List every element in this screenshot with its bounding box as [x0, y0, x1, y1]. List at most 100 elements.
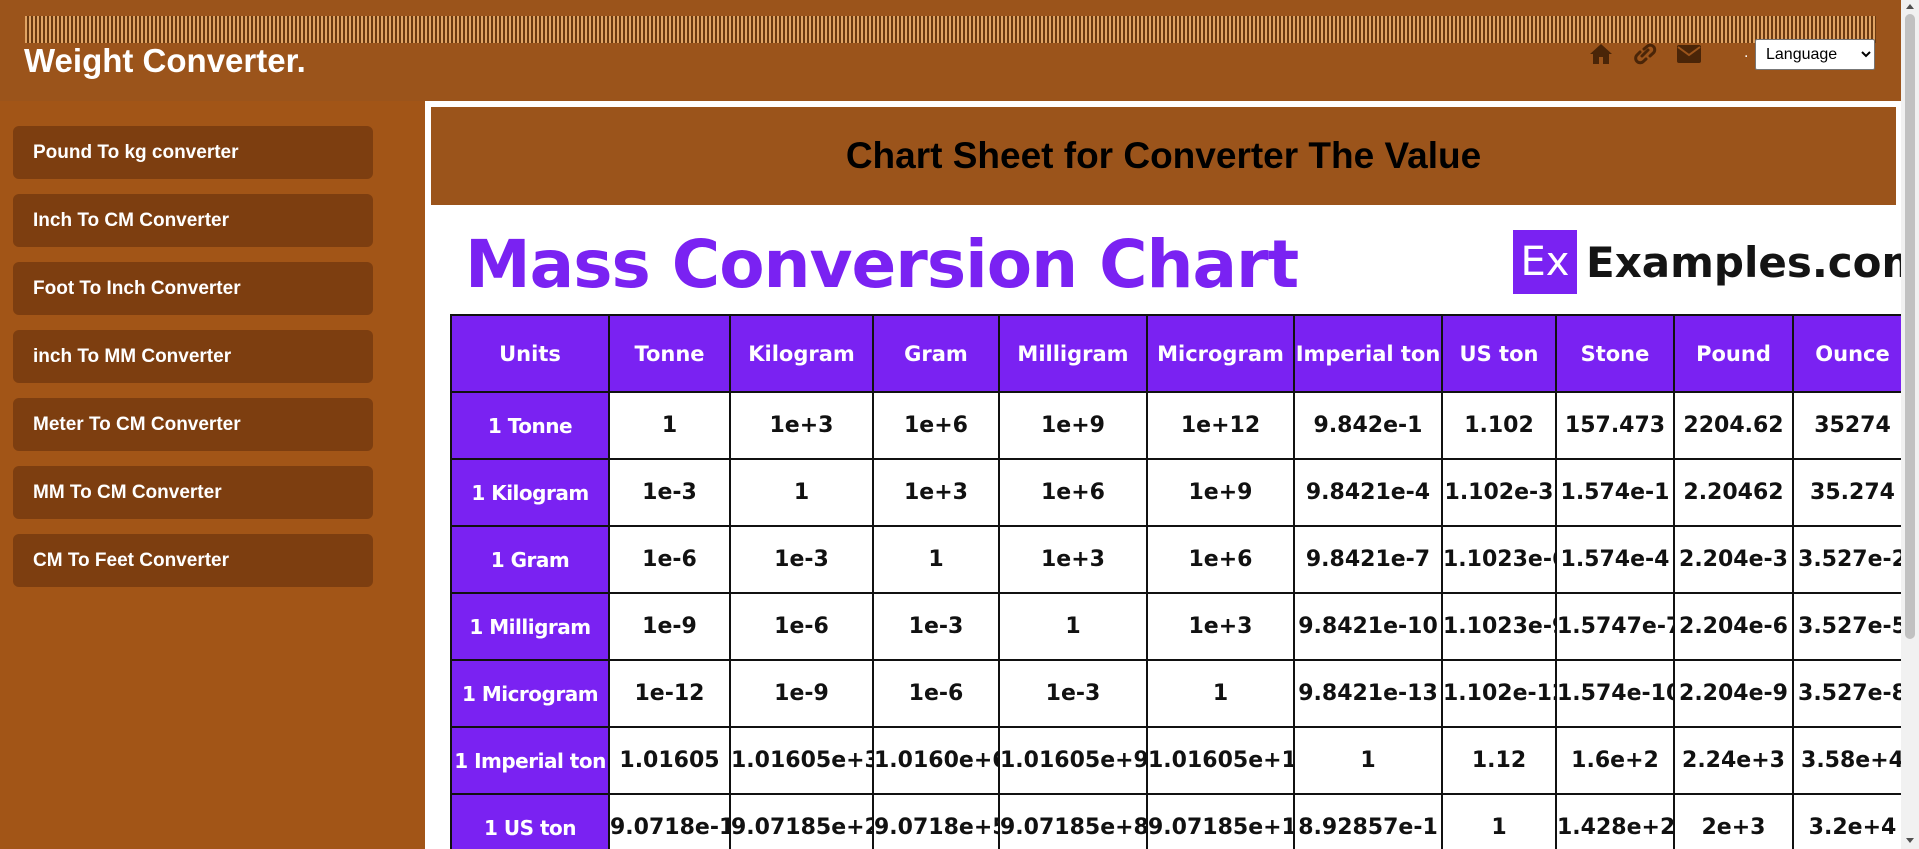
table-cell: 1.01605e+12 [1146, 726, 1295, 795]
table-cell: 1.574e-10 [1555, 659, 1675, 728]
conversion-table-image: Units Tonne Kilogram Gram Milligram Microgram… [450, 314, 1901, 849]
sidebar: Pound To kg converter Inch To CM Convert… [0, 101, 425, 849]
main-content: Chart Sheet for Converter The Value Mass… [425, 101, 1919, 849]
header-dot: . [1744, 44, 1749, 61]
table-cell: 3.2e+4 [1792, 793, 1901, 849]
table-cell: 1e-9 [608, 592, 731, 661]
table-cell: 1e+9 [998, 391, 1148, 460]
table-cell: 1e+6 [998, 458, 1148, 527]
table-cell: 157.473 [1555, 391, 1675, 460]
table-cell: 9.842e-1 [1293, 391, 1443, 460]
table-row-header-cell: 1 Milligram [450, 592, 610, 661]
table-header-cell: US ton [1441, 314, 1557, 393]
table-cell: 1 [1146, 659, 1295, 728]
table-cell: 1 [998, 592, 1148, 661]
table-cell: 1.6e+2 [1555, 726, 1675, 795]
table-cell: 1e-3 [608, 458, 731, 527]
table-cell: 1 [1441, 793, 1557, 849]
chart-sheet-banner: Chart Sheet for Converter The Value [431, 107, 1896, 205]
table-cell: 9.8421e-4 [1293, 458, 1443, 527]
site-header: Weight Converter. . Language [0, 0, 1901, 101]
sidebar-item-inch-to-cm[interactable]: Inch To CM Converter [13, 194, 373, 247]
sidebar-item-foot-to-inch[interactable]: Foot To Inch Converter [13, 262, 373, 315]
table-cell: 1.1023e-9 [1441, 592, 1557, 661]
table-cell: 2.204e-6 [1673, 592, 1794, 661]
examples-logo-mark: Ex [1513, 230, 1577, 294]
table-cell: 9.8421e-13 [1293, 659, 1443, 728]
scroll-up-arrow-icon[interactable] [1906, 4, 1914, 9]
conversion-table: Units Tonne Kilogram Gram Milligram Microgram… [450, 314, 1901, 849]
sidebar-item-cm-to-feet[interactable]: CM To Feet Converter [13, 534, 373, 587]
table-cell: 1e+3 [1146, 592, 1295, 661]
table-cell: 9.0718e+5 [872, 793, 1000, 849]
table-header-cell: Imperial ton [1293, 314, 1443, 393]
table-row-header-cell: 1 Imperial ton [450, 726, 610, 795]
table-cell: 1e-3 [998, 659, 1148, 728]
table-row: 1 Microgram 1e-12 1e-9 1e-6 1e-3 1 9.8421e-13 1… [450, 659, 1901, 728]
table-cell: 1.102 [1441, 391, 1557, 460]
table-cell: 1 [608, 391, 731, 460]
table-cell: 2.204e-3 [1673, 525, 1794, 594]
table-cell: 2.20462 [1673, 458, 1794, 527]
banner-title: Chart Sheet for Converter The Value [845, 135, 1482, 176]
table-row: 1 Gram 1e-6 1e-3 1 1e+3 1e+6 9.8421e-7 1.1023e-… [450, 525, 1901, 594]
table-cell: 1.428e+2 [1555, 793, 1675, 849]
table-cell: 3.58e+4 [1792, 726, 1901, 795]
table-cell: 1.0160e+6 [872, 726, 1000, 795]
table-cell: 1.5747e-7 [1555, 592, 1675, 661]
table-cell: 1 [1293, 726, 1443, 795]
examples-logo-text: Examples.com [1586, 237, 1919, 287]
table-header-cell: Kilogram [729, 314, 874, 393]
table-cell: 1.574e-1 [1555, 458, 1675, 527]
table-cell: 1.01605e+3 [729, 726, 874, 795]
home-icon[interactable] [1585, 40, 1616, 68]
table-cell: 1.01605 [608, 726, 731, 795]
language-select[interactable]: Language [1755, 39, 1875, 70]
table-row-header-cell: 1 Microgram [450, 659, 610, 728]
table-cell: 1e-3 [729, 525, 874, 594]
table-header-cell: Microgram [1146, 314, 1295, 393]
table-cell: 9.07185e+2 [729, 793, 874, 849]
table-row-header-cell: 1 US ton [450, 793, 610, 849]
site-title[interactable]: Weight Converter. [24, 42, 306, 80]
table-cell: 1.01605e+9 [998, 726, 1148, 795]
table-header-cell: Stone [1555, 314, 1675, 393]
sidebar-item-mm-to-cm[interactable]: MM To CM Converter [13, 466, 373, 519]
table-cell: 1e+9 [1146, 458, 1295, 527]
table-cell: 1 [729, 458, 874, 527]
table-row: 1 Tonne 1 1e+3 1e+6 1e+9 1e+12 9.842e-1 1.102 15… [450, 391, 1901, 460]
table-row-header-cell: 1 Kilogram [450, 458, 610, 527]
sidebar-item-meter-to-cm[interactable]: Meter To CM Converter [13, 398, 373, 451]
table-cell: 9.07185e+11 [1146, 793, 1295, 849]
table-header-cell: Milligram [998, 314, 1148, 393]
table-cell: 1e-6 [608, 525, 731, 594]
table-cell: 1e-3 [872, 592, 1000, 661]
table-cell: 3.527e-2 [1792, 525, 1901, 594]
sidebar-item-inch-to-mm[interactable]: inch To MM Converter [13, 330, 373, 383]
table-row-header-cell: 1 Gram [450, 525, 610, 594]
table-cell: 9.8421e-10 [1293, 592, 1443, 661]
table-row: 1 Kilogram 1e-3 1 1e+3 1e+6 1e+9 9.8421e-4 1.10… [450, 458, 1901, 527]
table-cell: 1.1023e-6 [1441, 525, 1557, 594]
table-header-cell: Pound [1673, 314, 1794, 393]
table-header-cell: Ounce [1792, 314, 1901, 393]
scroll-thumb[interactable] [1905, 14, 1915, 639]
page-scrollbar[interactable] [1901, 0, 1919, 849]
table-row: 1 US ton 9.0718e-1 9.07185e+2 9.0718e+5 9.07… [450, 793, 1901, 849]
table-header-cell: Units [450, 314, 610, 393]
link-icon[interactable] [1629, 40, 1660, 68]
table-cell: 1e-6 [872, 659, 1000, 728]
table-row: 1 Imperial ton 1.01605 1.01605e+3 1.0160e+6… [450, 726, 1901, 795]
table-header-cell: Tonne [608, 314, 731, 393]
examples-logo: Ex Examples.com [1513, 230, 1919, 294]
table-cell: 8.92857e-1 [1293, 793, 1443, 849]
mail-icon[interactable] [1673, 40, 1704, 68]
mass-conversion-chart-title: Mass Conversion Chart [465, 226, 1299, 303]
table-cell: 1.102e-3 [1441, 458, 1557, 527]
scroll-down-arrow-icon[interactable] [1906, 838, 1914, 843]
table-cell: 1.12 [1441, 726, 1557, 795]
sidebar-item-pound-to-kg[interactable]: Pound To kg converter [13, 126, 373, 179]
table-cell: 1e+3 [729, 391, 874, 460]
table-cell: 1e+3 [998, 525, 1148, 594]
table-header-row: Units Tonne Kilogram Gram Milligram Microgram… [450, 314, 1901, 393]
